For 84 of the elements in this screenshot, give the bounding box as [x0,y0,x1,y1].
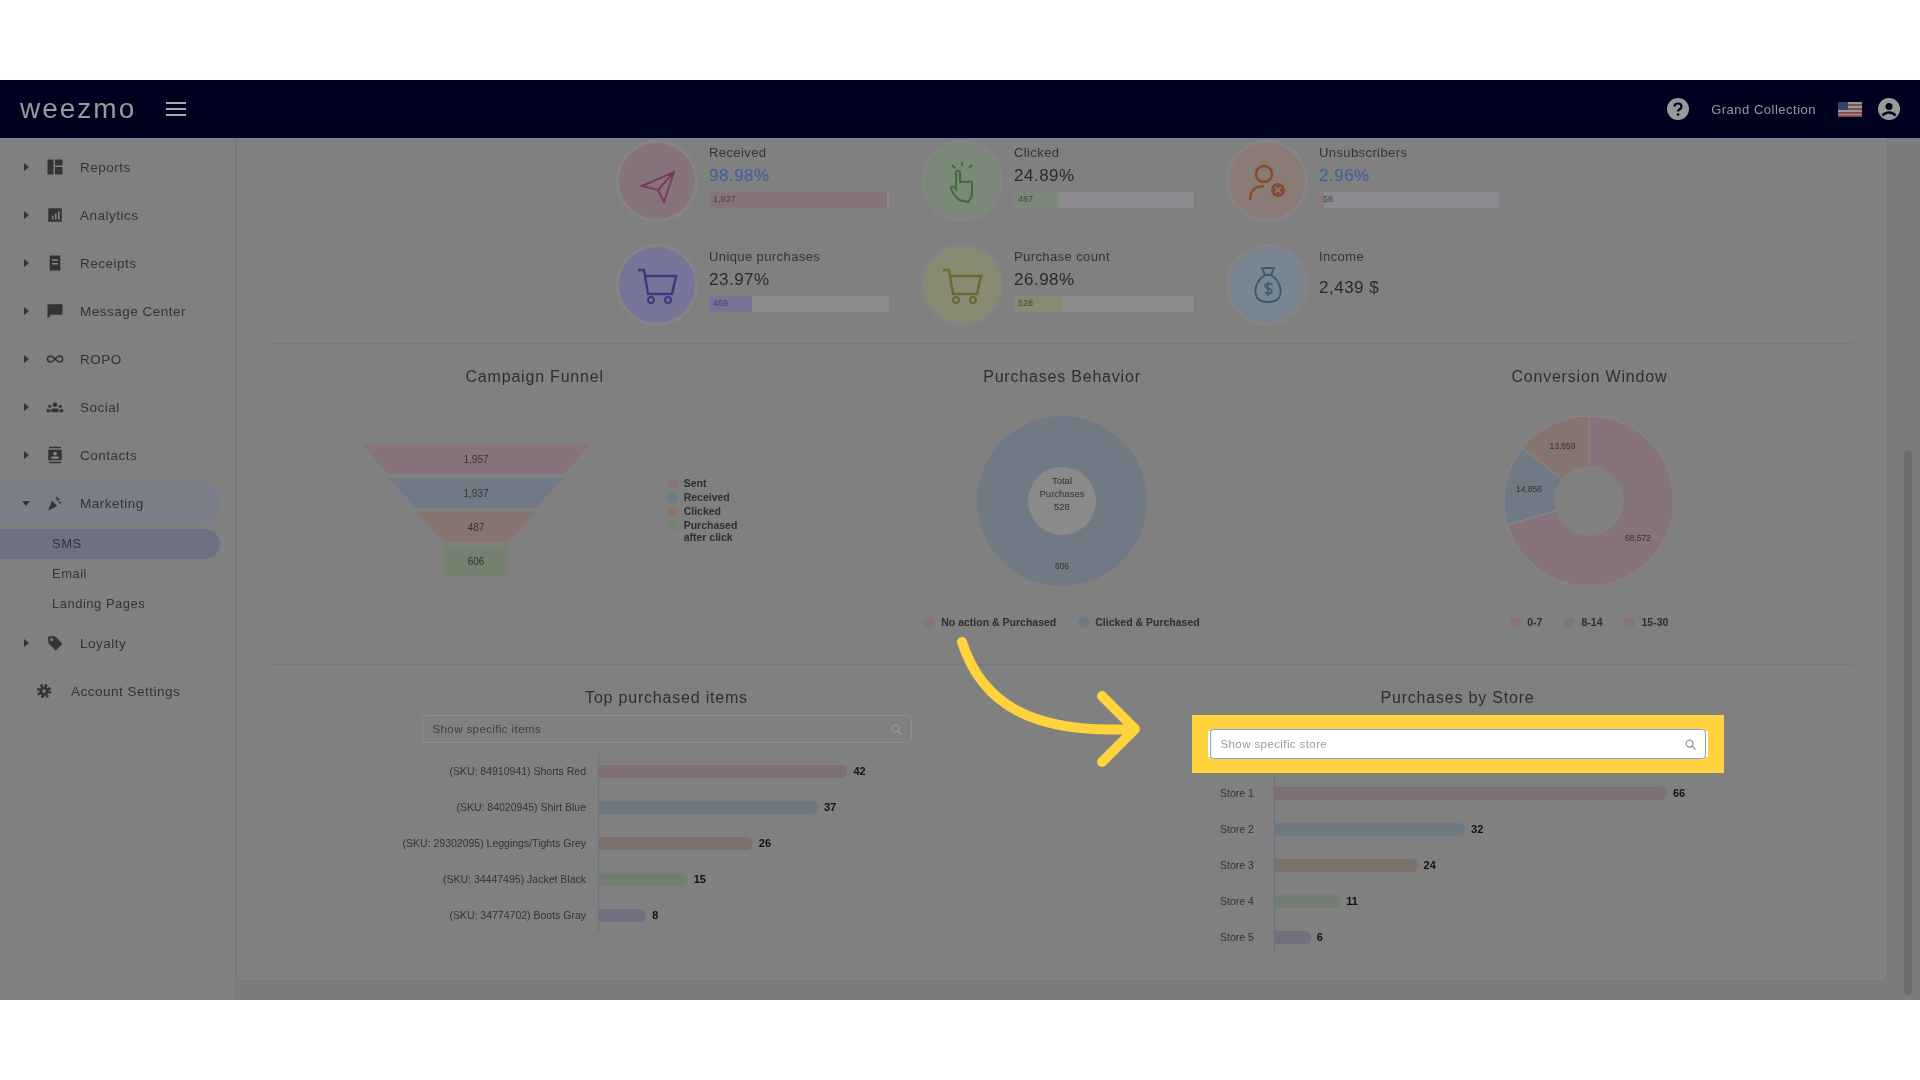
bar-value: 66 [1672,787,1686,799]
sidebar-item[interactable]: Reports [0,143,220,191]
metric-label: Clicked [1014,145,1061,160]
progress-count: 487 [1018,194,1034,204]
legend-label: Received [683,491,730,503]
bar-value: 11 [1346,895,1358,907]
metric-value: 23.97% [709,270,771,290]
user-icon[interactable] [1878,98,1900,120]
search-icon [1684,738,1696,750]
sidebar-item[interactable]: Analytics [0,191,220,239]
metric-label: Received [709,145,768,160]
caret-right-icon [22,403,30,411]
metric-value: 2,439 $ [1319,278,1380,298]
caret-right-icon [22,211,30,219]
metric-label: Unsubscribers [1319,145,1409,160]
search-field[interactable]: Show specific store [1209,729,1706,759]
caret-right-icon [22,163,30,171]
account-name[interactable]: Grand Collection [1711,101,1816,117]
caret-down-icon [22,499,30,507]
search-field[interactable]: Show specific items [421,715,912,743]
chart-title: Purchases by Store [1380,689,1535,707]
grid-icon [46,158,64,176]
data-label: 606 [1054,561,1070,571]
bar-value: 32 [1471,823,1484,835]
sidebar-item[interactable]: Message Center [0,287,220,335]
contact-card-icon [46,446,64,464]
chart-title: Campaign Funnel [465,368,604,386]
metric-value: 24.89% [1014,166,1076,186]
help-icon[interactable] [1667,98,1690,120]
data-label: 68,572 [1625,533,1652,544]
legend-label: Clicked & Purchased [1095,616,1200,628]
legend-label: 0-7 [1527,616,1543,628]
bar-value: 24 [1423,859,1436,871]
bar-value: 6 [1316,931,1323,943]
logo[interactable]: weezmo [20,93,137,125]
caret-right-icon [22,639,30,647]
progress-count: 469 [713,298,729,308]
menu-icon[interactable] [166,101,187,117]
sidebar-item[interactable]: Receipts [0,239,220,287]
funnel-chart: 1,957 1,937 487 606 [360,444,591,576]
metric-label: Purchase count [1014,249,1111,264]
flag-icon[interactable] [1838,101,1862,117]
caret-right-icon [22,355,30,363]
data-label: 13,859 [1549,441,1577,452]
sidebar-subitem[interactable]: Email [0,559,220,589]
legend-label: Purchased after click [683,519,739,543]
settings-icon [35,682,53,700]
caret-right-icon [22,259,30,267]
progress-count: 1,937 [713,194,736,204]
metric-label: Income [1319,249,1366,264]
bar-value: 8 [652,909,659,921]
chart-title: Purchases Behavior [983,368,1141,386]
legend-label: Sent [683,477,707,489]
caret-right-icon [22,451,30,459]
caret-right-icon [22,307,30,315]
tag-icon [46,634,64,652]
bar-chart-icon [46,206,64,224]
legend-label: Clicked [683,505,721,517]
bar-value: 42 [853,765,866,777]
sidebar-item[interactable]: Account Settings [0,667,220,715]
metric-label: Unique purchases [709,249,822,264]
data-label: 14,856 [1516,484,1543,495]
sidebar-item[interactable]: Social [0,383,220,431]
progress-count: 58 [1323,194,1333,204]
search-icon [890,723,902,735]
chat-icon [46,302,64,320]
bar-value: 37 [823,801,837,813]
sidebar-item[interactable]: Loyalty [0,619,220,667]
legend-label: 15-30 [1641,616,1669,628]
chart-title: Top purchased items [585,689,748,707]
sidebar-item[interactable]: ROPO [0,335,220,383]
sidebar-subitem[interactable]: Landing Pages [0,589,220,619]
legend-label: 8-14 [1581,616,1603,628]
bar-value: 15 [693,873,706,885]
sidebar-item[interactable]: Contacts [0,431,220,479]
legend-label: No action & Purchased [941,616,1057,628]
sidebar-item[interactable]: Marketing [0,481,220,525]
bar-value: 26 [758,837,772,849]
donut-center-label: Total Purchases 528 [1038,474,1086,513]
progress-count: 528 [1018,298,1034,308]
chart-title: Conversion Window [1511,368,1668,386]
metric-value: 26.98% [1014,270,1076,290]
party-popper-icon [46,494,64,512]
sidebar-subitem[interactable]: SMS [0,529,220,559]
